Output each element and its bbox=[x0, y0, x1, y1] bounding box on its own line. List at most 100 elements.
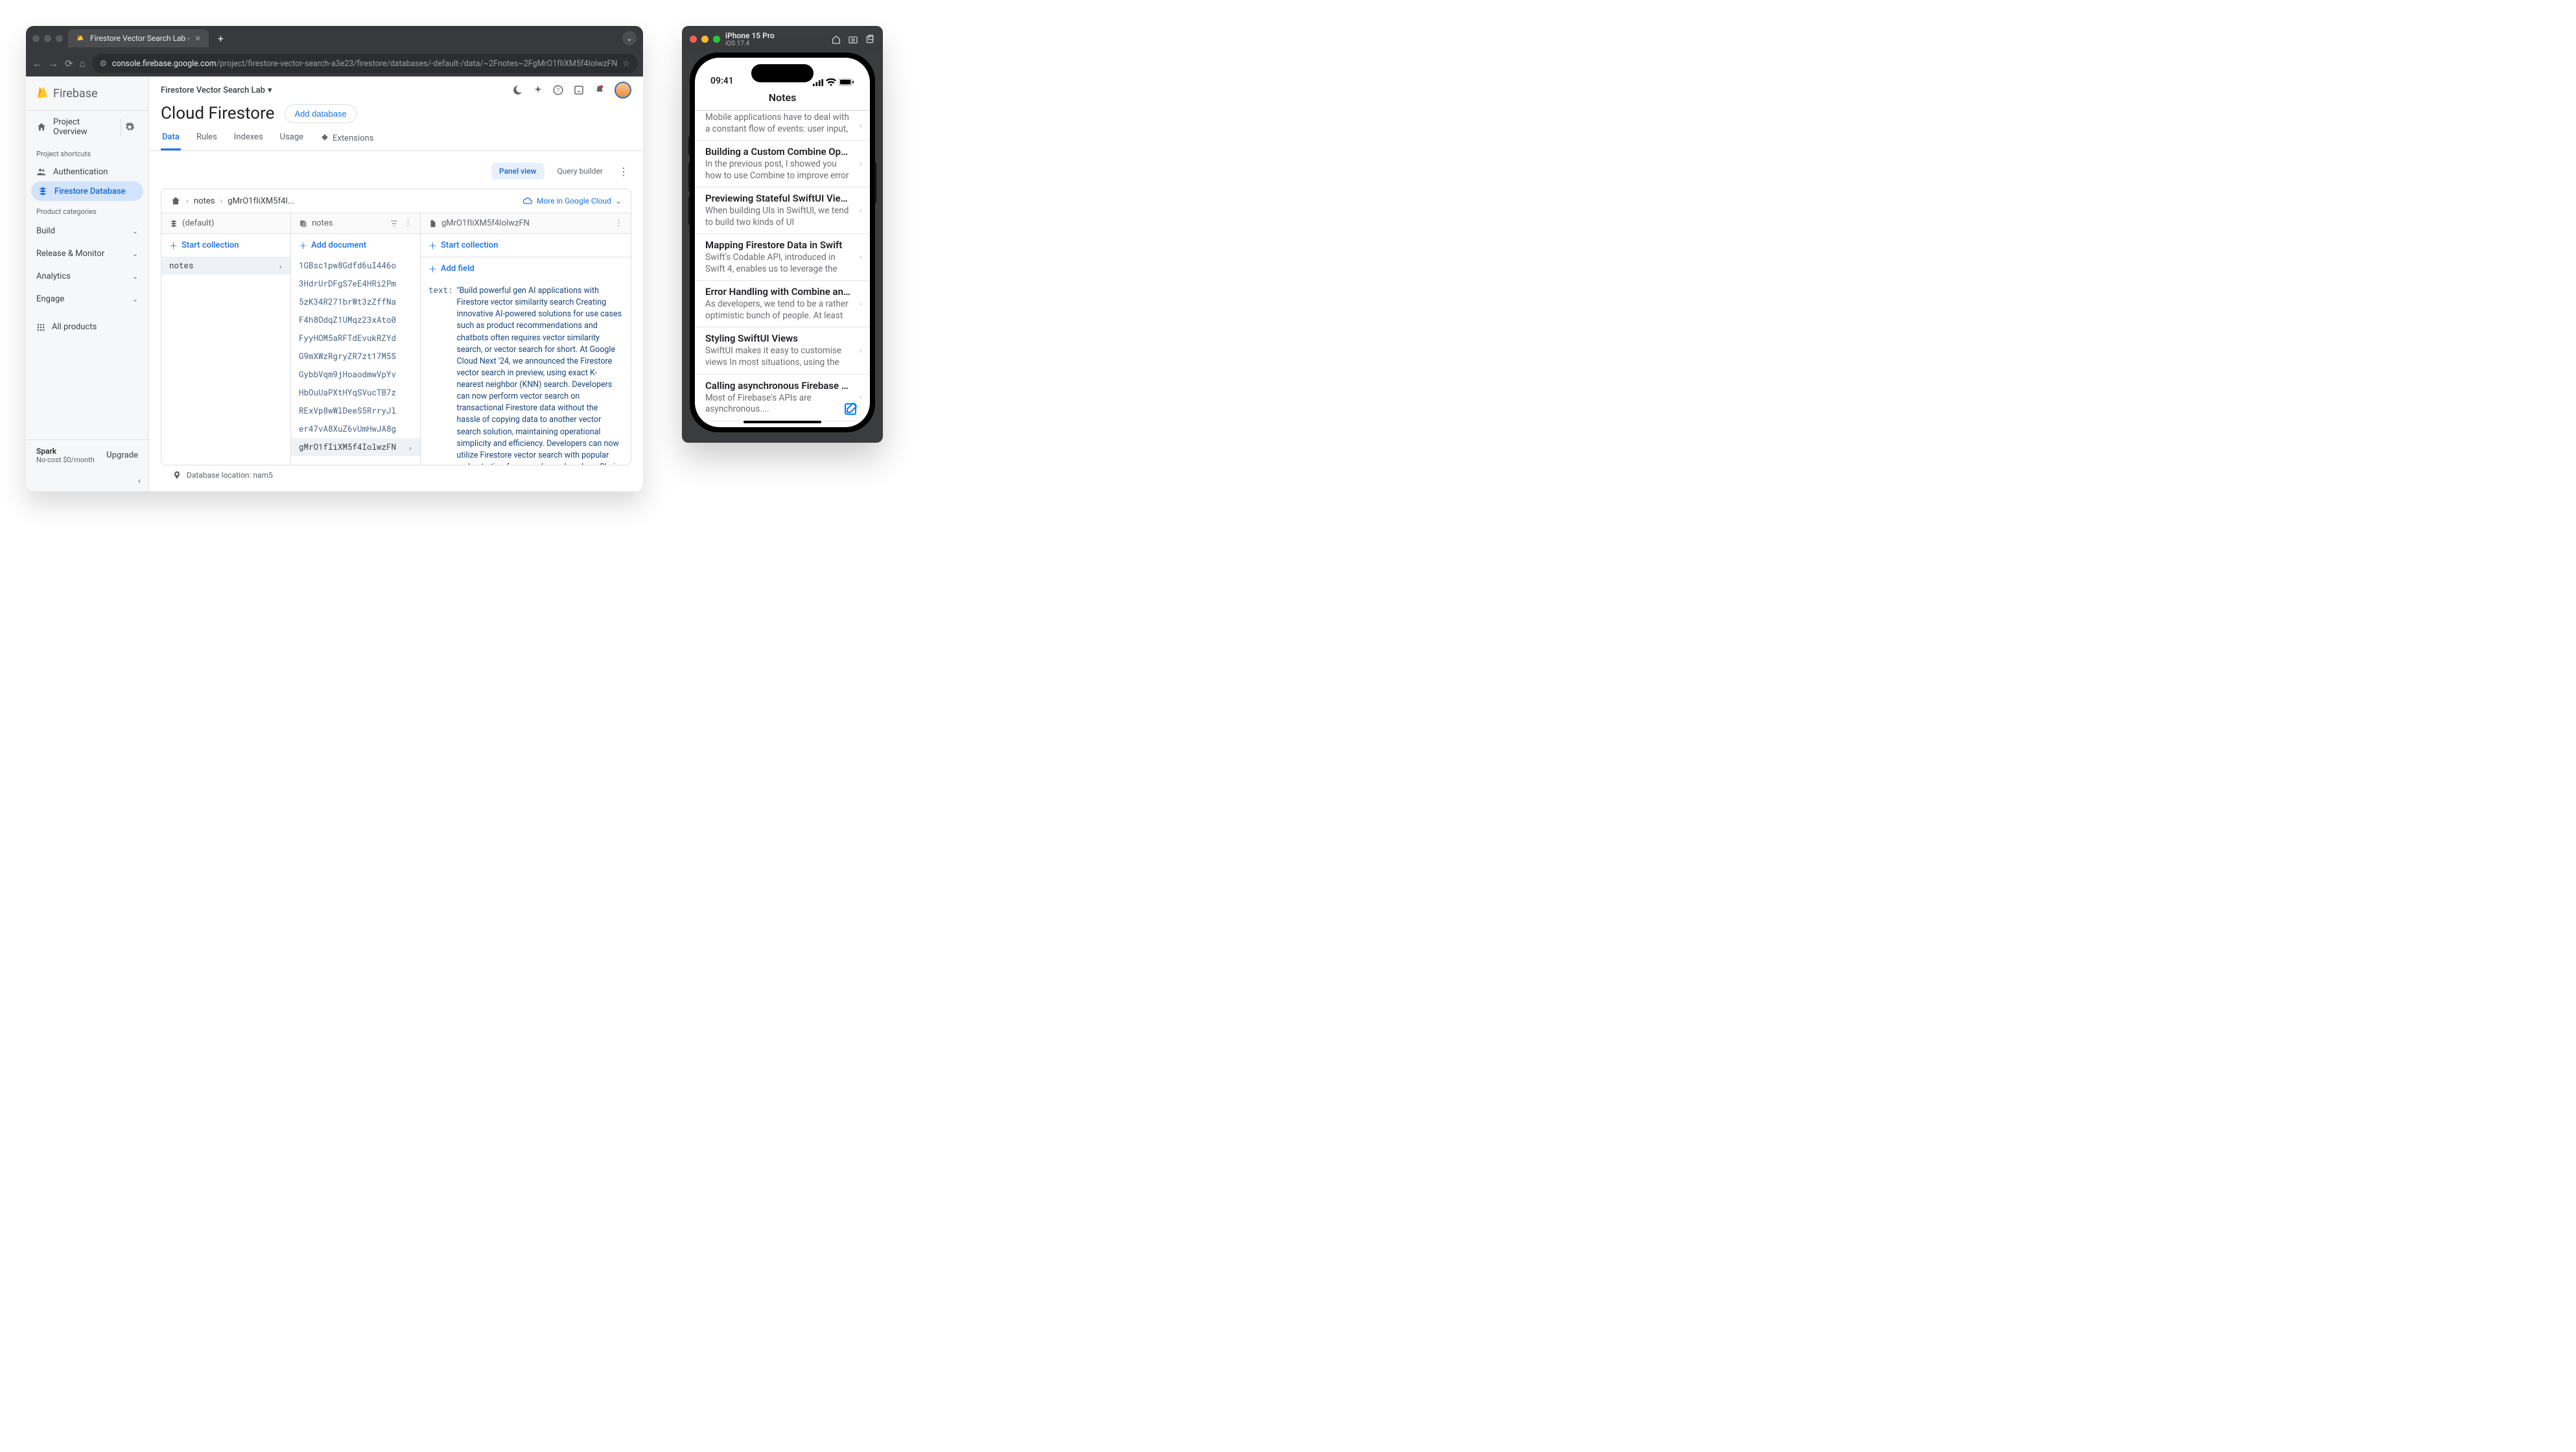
document-row[interactable]: 1GBsc1pw8Gdfd6uI446o bbox=[291, 257, 420, 275]
site-settings-icon[interactable]: ⚙ bbox=[100, 58, 107, 69]
category-build[interactable]: Build⌄ bbox=[26, 220, 148, 242]
add-document-button[interactable]: ＋Add document bbox=[291, 234, 420, 257]
document-row[interactable]: HbOuUaPXtHYqSVucTB7z bbox=[291, 384, 420, 402]
chevron-right-icon: › bbox=[860, 159, 862, 169]
tab-data[interactable]: Data bbox=[161, 127, 181, 150]
query-builder-button[interactable]: Query builder bbox=[550, 163, 611, 180]
breadcrumb-collection[interactable]: notes bbox=[194, 196, 215, 206]
new-tab-button[interactable]: + bbox=[214, 32, 228, 45]
more-in-cloud-link[interactable]: More in Google Cloud ⌄ bbox=[522, 196, 622, 206]
plus-icon: ＋ bbox=[428, 263, 437, 275]
field-key: text: bbox=[428, 285, 453, 465]
sidebar-item-auth[interactable]: Authentication bbox=[26, 162, 148, 182]
tabs-overflow-button[interactable]: ⌄ bbox=[622, 31, 637, 45]
project-overview[interactable]: Project Overview bbox=[26, 111, 148, 143]
more-menu-icon[interactable]: ⋮ bbox=[616, 165, 631, 178]
sim-external-icon[interactable] bbox=[865, 34, 875, 45]
document-row[interactable]: 3HdrUrDFgS7eE4HRi2Pm bbox=[291, 275, 420, 293]
collection-row[interactable]: notes› bbox=[161, 257, 290, 275]
bell-icon[interactable] bbox=[594, 84, 605, 96]
url-bar[interactable]: ⚙ console.firebase.google.com/project/fi… bbox=[92, 54, 638, 73]
document-row[interactable]: FyyHOM5aRFTdEvukRZYd bbox=[291, 329, 420, 347]
back-button[interactable]: ← bbox=[32, 58, 42, 69]
note-row[interactable]: Building a Custom Combine Operat...In th… bbox=[695, 141, 870, 187]
category-release[interactable]: Release & Monitor⌄ bbox=[26, 242, 148, 265]
note-row[interactable]: Mapping Firestore Data in SwiftSwift's C… bbox=[695, 234, 870, 281]
compose-button[interactable] bbox=[843, 401, 858, 417]
document-row[interactable]: RExVp8wWlDeeS5RrryJl bbox=[291, 402, 420, 420]
document-row[interactable]: G9mXWzRgryZR7zt17M5S bbox=[291, 347, 420, 366]
tab-rules[interactable]: Rules bbox=[195, 127, 218, 150]
add-field-button[interactable]: ＋Add field bbox=[421, 257, 631, 280]
note-title: Building a Custom Combine Operat... bbox=[705, 146, 860, 158]
caret-down-icon: ▾ bbox=[268, 86, 272, 95]
column-header: (default) bbox=[161, 213, 290, 234]
column-menu-icon[interactable]: ⋮ bbox=[404, 218, 412, 228]
sparkle-icon[interactable] bbox=[533, 85, 543, 95]
extensions-icon bbox=[320, 134, 329, 143]
chevron-right-icon: › bbox=[860, 121, 862, 131]
note-row[interactable]: Previewing Stateful SwiftUI ViewsWhen bu… bbox=[695, 187, 870, 234]
dark-mode-icon[interactable] bbox=[512, 84, 524, 96]
device-screen: 09:41 Notes Mobile applications have to … bbox=[695, 58, 870, 427]
brand[interactable]: Firebase bbox=[26, 76, 148, 111]
document-row[interactable]: F4h8OdqZ1UMqz23xAto0 bbox=[291, 311, 420, 329]
settings-gear-icon[interactable] bbox=[121, 118, 138, 136]
home-indicator[interactable] bbox=[744, 421, 821, 423]
collapse-sidebar-button[interactable]: ‹ bbox=[26, 471, 148, 491]
grid-icon bbox=[36, 323, 45, 332]
add-database-button[interactable]: Add database bbox=[285, 104, 356, 123]
simulator-titlebar: iPhone 15 Pro iOS 17.4 bbox=[682, 26, 883, 53]
chevron-right-icon: › bbox=[408, 443, 412, 452]
sim-home-icon[interactable] bbox=[831, 34, 841, 45]
inbox-icon[interactable] bbox=[573, 84, 585, 96]
tab-extensions[interactable]: Extensions bbox=[319, 127, 375, 150]
note-row[interactable]: Styling SwiftUI ViewsSwiftUI makes it ea… bbox=[695, 327, 870, 374]
window-controls[interactable] bbox=[32, 35, 63, 42]
browser-toolbar: ← → ⟳ ⌂ ⚙ console.firebase.google.com/pr… bbox=[26, 51, 643, 76]
category-engage[interactable]: Engage⌄ bbox=[26, 288, 148, 310]
sidebar-item-label: Authentication bbox=[53, 167, 108, 177]
help-icon[interactable]: ? bbox=[552, 84, 564, 96]
tab-indexes[interactable]: Indexes bbox=[233, 127, 264, 150]
sidebar-item-firestore[interactable]: Firestore Database bbox=[31, 182, 143, 201]
start-subcollection-button[interactable]: ＋Start collection bbox=[421, 234, 631, 257]
user-avatar[interactable] bbox=[615, 82, 631, 99]
plan-sub: No-cost $0/month bbox=[36, 456, 95, 464]
reload-button[interactable]: ⟳ bbox=[65, 58, 73, 69]
panel-view-button[interactable]: Panel view bbox=[491, 163, 544, 180]
forward-button[interactable]: → bbox=[49, 58, 58, 69]
bookmark-icon[interactable]: ☆ bbox=[622, 58, 629, 69]
field-row[interactable]: text: "Build powerful gen AI application… bbox=[421, 280, 631, 465]
all-products[interactable]: All products bbox=[26, 314, 148, 340]
dynamic-island bbox=[751, 64, 814, 82]
start-collection-button[interactable]: ＋Start collection bbox=[161, 234, 290, 257]
document-row[interactable]: 5zK34R271brWt3zZffNa bbox=[291, 293, 420, 311]
data-panel: › notes › gMrO1fIiXM5f4I... More in Goog… bbox=[161, 189, 631, 465]
document-row[interactable]: gMrO1fIiXM5f4IolwzFN› bbox=[291, 438, 420, 456]
brand-name: Firebase bbox=[53, 87, 98, 100]
note-row[interactable]: Error Handling with Combine and S...As d… bbox=[695, 281, 870, 327]
document-row[interactable]: GybbVqm9jHoaodmwVpYv bbox=[291, 366, 420, 384]
footer: Database location: nam5 bbox=[161, 465, 631, 480]
project-selector[interactable]: Firestore Vector Search Lab ▾ bbox=[161, 86, 272, 95]
tab-usage[interactable]: Usage bbox=[279, 127, 305, 150]
location-pin-icon bbox=[172, 471, 181, 480]
topbar: Firestore Vector Search Lab ▾ ? bbox=[149, 76, 643, 104]
column-menu-icon[interactable]: ⋮ bbox=[615, 218, 623, 228]
simulator-window: iPhone 15 Pro iOS 17.4 09:41 bbox=[682, 26, 883, 443]
note-row[interactable]: Mobile applications have to deal with a … bbox=[695, 111, 870, 141]
home-button[interactable]: ⌂ bbox=[80, 58, 86, 69]
document-row[interactable]: er47vA8XuZ6vUmHwJA8g bbox=[291, 420, 420, 438]
category-analytics[interactable]: Analytics⌄ bbox=[26, 265, 148, 288]
breadcrumb-doc[interactable]: gMrO1fIiXM5f4I... bbox=[228, 196, 294, 206]
sim-screenshot-icon[interactable] bbox=[848, 34, 858, 45]
notes-list[interactable]: Mobile applications have to deal with a … bbox=[695, 111, 870, 427]
filter-icon[interactable] bbox=[390, 218, 399, 228]
browser-tab[interactable]: Firestore Vector Search Lab - ✕ bbox=[68, 29, 209, 47]
upgrade-button[interactable]: Upgrade bbox=[106, 451, 138, 460]
home-icon[interactable] bbox=[170, 196, 181, 206]
close-tab-icon[interactable]: ✕ bbox=[195, 34, 201, 43]
window-controls[interactable] bbox=[690, 36, 720, 43]
content: Panel view Query builder ⋮ › notes › gMr… bbox=[149, 151, 643, 491]
